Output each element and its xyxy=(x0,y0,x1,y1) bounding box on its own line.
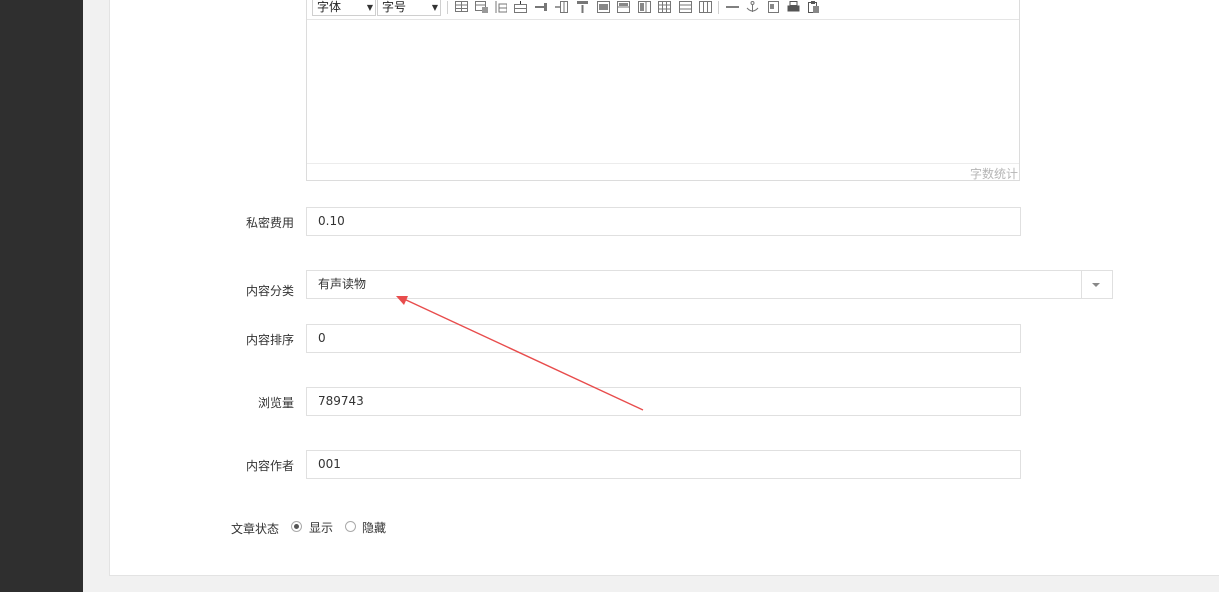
author-label: 内容作者 xyxy=(245,459,294,473)
merge-right-icon[interactable] xyxy=(617,1,630,13)
private-fee-label: 私密费用 xyxy=(245,216,294,230)
status-label: 文章状态 xyxy=(230,522,279,536)
category-select-value: 有声读物 xyxy=(318,277,367,291)
private-fee-input[interactable]: 0.10 xyxy=(306,207,1021,236)
chevron-down-icon: ▼ xyxy=(366,3,373,12)
print-icon[interactable] xyxy=(787,1,800,13)
split-cells-icon[interactable] xyxy=(658,1,671,13)
insert-column-icon[interactable] xyxy=(555,1,568,13)
paste-icon[interactable] xyxy=(807,1,820,13)
sort-order-input[interactable]: 0 xyxy=(306,324,1021,353)
font-family-select-label: 字体 xyxy=(317,0,342,14)
insert-table-icon[interactable] xyxy=(455,1,468,13)
split-rows-icon[interactable] xyxy=(679,1,692,13)
toolbar-separator xyxy=(718,1,719,14)
font-size-select-label: 字号 xyxy=(382,0,407,14)
status-show-radio[interactable] xyxy=(291,521,302,532)
insert-paragraph-before-table-icon[interactable] xyxy=(494,1,507,13)
merge-down-icon[interactable] xyxy=(638,1,651,13)
status-show-label[interactable]: 显示 xyxy=(309,519,333,536)
font-family-select[interactable]: 字体 ▼ xyxy=(312,0,376,16)
sort-order-label: 内容排序 xyxy=(245,333,294,347)
split-columns-icon[interactable] xyxy=(699,1,712,13)
views-input[interactable]: 789743 xyxy=(306,387,1021,416)
table-properties-icon[interactable] xyxy=(475,1,488,13)
word-count: 字数统计 xyxy=(969,167,1018,181)
font-size-select[interactable]: 字号 ▼ xyxy=(377,0,441,16)
delete-row-icon[interactable] xyxy=(535,1,548,13)
toolbar-separator xyxy=(447,1,448,14)
horizontal-rule-icon[interactable] xyxy=(726,1,739,13)
caret-down-icon xyxy=(1092,283,1100,287)
insert-row-icon[interactable] xyxy=(514,1,527,13)
category-select-toggle[interactable] xyxy=(1081,271,1112,298)
delete-column-icon[interactable] xyxy=(576,1,589,13)
author-input[interactable]: 001 xyxy=(306,450,1021,479)
editor-footer: 字数统计 xyxy=(307,163,1019,181)
category-label: 内容分类 xyxy=(245,284,294,298)
category-select[interactable]: 有声读物 xyxy=(306,270,1113,299)
left-sidebar xyxy=(0,0,83,592)
views-label: 浏览量 xyxy=(257,396,294,410)
page-break-icon[interactable] xyxy=(767,1,780,13)
status-hide-label[interactable]: 隐藏 xyxy=(362,519,386,536)
status-hide-radio[interactable] xyxy=(345,521,356,532)
rich-text-editor: 字体 ▼ 字号 ▼ 字数统计 xyxy=(306,0,1020,181)
chevron-down-icon: ▼ xyxy=(431,3,438,12)
editor-content-area[interactable] xyxy=(307,19,1019,163)
merge-cells-icon[interactable] xyxy=(597,1,610,13)
editor-toolbar: 字体 ▼ 字号 ▼ xyxy=(307,0,1019,20)
anchor-icon[interactable] xyxy=(746,1,759,13)
